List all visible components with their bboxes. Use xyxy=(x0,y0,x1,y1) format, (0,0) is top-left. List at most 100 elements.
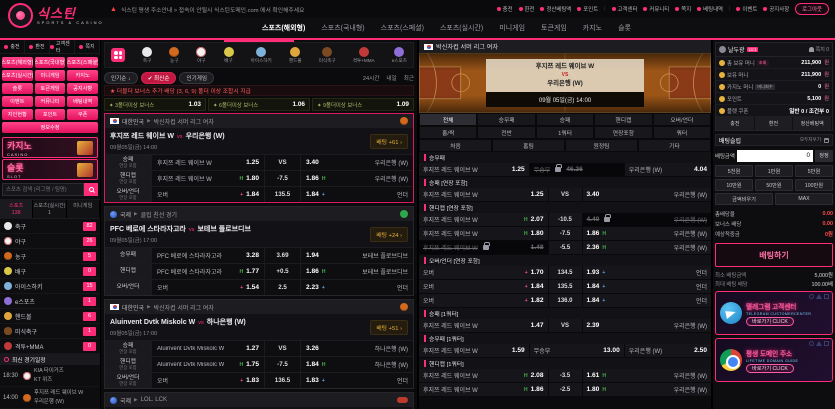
odds-button-away[interactable]: 3.40우리은행 (W) xyxy=(300,155,413,170)
odds-button-away[interactable]: 1.61H우리은행 (W) xyxy=(582,369,712,382)
odds-button-home[interactable]: 후지쯔 레드 웨이브 W1.59 xyxy=(419,344,529,357)
odds-button-away[interactable]: 3.26하나은행 (W) xyxy=(300,341,413,356)
bonus-6fold[interactable]: ✦ 6폴더이상 보너스1.06 xyxy=(208,98,310,111)
chip-100000[interactable]: 10만원 xyxy=(715,179,753,191)
trash-icon[interactable] xyxy=(824,138,829,143)
sidebar-sport-esports[interactable]: e스포츠1 xyxy=(0,294,100,309)
category-basketball[interactable]: 농구 xyxy=(169,47,179,64)
odds-button-away[interactable]: 1.84H하나은행 (W) xyxy=(300,357,413,372)
menu-sports-special[interactable]: 스포츠(스페셜) xyxy=(67,57,98,68)
category-volleyball[interactable]: 배구 xyxy=(224,47,234,64)
odds-button-over[interactable]: 오버+1.70 xyxy=(419,266,548,279)
messages-link[interactable]: 쪽지 0 xyxy=(809,46,829,53)
chip-5000[interactable]: 5천원 xyxy=(715,165,753,177)
sidebar-sport-basketball[interactable]: 농구5 xyxy=(0,249,100,264)
category-soccer[interactable]: 축구 xyxy=(142,47,152,64)
menu-edit-profile[interactable]: 정보수정 xyxy=(2,122,98,133)
refresh-tag[interactable]: 조회 xyxy=(757,60,769,66)
sidebar-sport-handball[interactable]: 핸드볼6 xyxy=(0,309,100,324)
bet-amount-input[interactable] xyxy=(737,150,813,162)
sort-newest-button[interactable]: ✔ 최신순 xyxy=(141,72,177,84)
odds-button-away[interactable]: 1.86H우리은행 (W) xyxy=(582,227,712,240)
odds-button-home[interactable]: Aluinvent Dvtk Miskolc W1.27 xyxy=(151,341,264,356)
odds-button-home[interactable]: PFC 베로에 스타라자고라3.28 xyxy=(151,248,264,263)
category-handball[interactable]: 핸드볼 xyxy=(289,47,302,64)
sidebar-sport-icehockey[interactable]: 아이스하키15 xyxy=(0,279,100,294)
max-amount-button[interactable]: MAX xyxy=(775,193,833,205)
odds-button-home[interactable]: 후지쯔 레드 웨이브 WH1.80 xyxy=(419,227,548,240)
schedule-item[interactable]: 14:00후지쯔 레드 웨이브 W우리은행 (W) xyxy=(0,387,100,409)
top-link-notice[interactable]: 공지사항 xyxy=(763,5,789,13)
menu-community[interactable]: 커뮤니티 xyxy=(35,96,66,107)
match-card-header[interactable]: 대한민국▶박신자컵 서머 리그 여자 xyxy=(105,300,413,314)
top-link-events[interactable]: 이벤트 xyxy=(736,5,757,13)
chip-10000[interactable]: 1만원 xyxy=(755,165,793,177)
top-link-bet-history[interactable]: 베팅내역 xyxy=(697,5,723,13)
tab-hometeam[interactable]: 홈팀 xyxy=(492,139,565,152)
odds-button-away[interactable]: 2.36H우리은행 (W) xyxy=(582,241,712,254)
top-link-settle[interactable]: 정산베팅액 xyxy=(540,5,571,13)
nav-sports-overseas[interactable]: 스포츠(해외형) xyxy=(262,23,305,33)
telegram-promo-banner[interactable]: 텔레그램 고객센터 TELEGRAM CUSTOMERCENTER 바로가기 C… xyxy=(715,291,833,335)
tab-quarter1[interactable]: 1쿼터 xyxy=(536,126,594,139)
sidebar-sport-baseball[interactable]: 야구26 xyxy=(0,234,100,249)
tab-firsthalf[interactable]: 전반 xyxy=(477,126,535,139)
quick-messages[interactable]: 쪽지 xyxy=(75,40,100,53)
settle-button[interactable]: 정산베팅액 xyxy=(793,117,832,130)
logout-button[interactable]: 로그아웃 xyxy=(795,3,829,15)
odds-button-under[interactable]: 1.84+언더 xyxy=(582,280,712,293)
sport-search-input[interactable] xyxy=(2,183,84,196)
tab-sports-live[interactable]: 스포츠(실시간)1 xyxy=(33,200,66,218)
category-icehockey[interactable]: 아이스하키 xyxy=(251,47,272,64)
top-link-deposit[interactable]: 충전 xyxy=(497,5,513,13)
odds-button-away[interactable]: 1.80H우리은행 (W) xyxy=(582,383,712,396)
nav-sports-live[interactable]: 스포츠(실시간) xyxy=(440,23,483,33)
chip-500000[interactable]: 50만원 xyxy=(755,179,793,191)
nav-sports-domestic[interactable]: 스포츠(국내형) xyxy=(321,23,364,33)
category-baseball[interactable]: 야구 xyxy=(196,47,206,64)
sidebar-sport-mma[interactable]: 격투+MMA0 xyxy=(0,339,100,354)
chip-1000000[interactable]: 100만원 xyxy=(795,179,833,191)
recall-tag[interactable]: 머니회수 xyxy=(755,84,774,90)
quick-deposit[interactable]: 충전 xyxy=(0,40,25,53)
category-mma[interactable]: 격투+MMA xyxy=(353,47,375,64)
nav-sports-special[interactable]: 스포츠(스페셜) xyxy=(381,23,424,33)
odds-button-home[interactable]: 후지쯔 레드 웨이브 WH1.86 xyxy=(419,383,548,396)
odds-button-home[interactable]: PFC 베로에 스타라자고라H1.77 xyxy=(151,264,264,279)
more-markets-button[interactable]: 배팅 +61 › xyxy=(370,134,408,149)
brand-logo[interactable]: 식스틴 SPORTS & CASINO xyxy=(8,3,104,28)
draw-odds[interactable]: 3.69 xyxy=(264,248,300,263)
more-markets-button[interactable]: 배팅 +51 › xyxy=(370,320,408,335)
category-football[interactable]: 미식축구 xyxy=(319,47,336,64)
quick-support[interactable]: 고객센터 xyxy=(50,40,75,53)
odds-button-away[interactable]: 1.86H우리은행 (W) xyxy=(300,171,413,186)
menu-referrals[interactable]: 지인현황 xyxy=(2,109,33,120)
tab-all[interactable]: 전체 xyxy=(419,113,477,126)
odds-button-away[interactable]: 1.94보테브 플로브디브 xyxy=(300,248,413,263)
nav-tokengame[interactable]: 토큰게임 xyxy=(541,23,567,33)
top-link-withdraw[interactable]: 환전 xyxy=(519,5,535,13)
menu-tokengame[interactable]: 토큰게임 xyxy=(35,83,66,94)
top-link-support[interactable]: 고객센터 xyxy=(612,5,638,13)
tab-handicap[interactable]: 핸디캡 xyxy=(594,113,652,126)
menu-events[interactable]: 이벤트 xyxy=(2,96,33,107)
odds-button-draw[interactable]: 무승부13.00 xyxy=(529,344,624,357)
odds-button-away[interactable]: 우리은행 (W)4.04 xyxy=(624,163,711,176)
odds-button-under[interactable]: 1.84+언더 xyxy=(582,294,712,307)
quick-withdraw[interactable]: 환전 xyxy=(25,40,50,53)
clear-all-button[interactable]: 모두지우기 xyxy=(800,137,821,143)
sidebar-sport-soccer[interactable]: 축구82 xyxy=(0,219,100,234)
odds-button-over[interactable]: 오버+1.82 xyxy=(419,294,548,307)
odds-button-over[interactable]: 오버+1.54 xyxy=(151,280,264,295)
popular-games-button[interactable]: 인기게임 xyxy=(179,72,214,84)
tab-incl-overtime[interactable]: 연장포함 xyxy=(594,126,652,139)
odds-button-away[interactable]: 우리은행 (W)2.50 xyxy=(624,344,711,357)
schedule-item[interactable]: 18:30KIA 타이거즈KT 위즈 xyxy=(0,365,100,387)
tab-winlose[interactable]: 승패 xyxy=(536,113,594,126)
match-card-header[interactable]: 대한민국▶박신자컵 서머 리그 여자 xyxy=(105,114,413,128)
slot-banner[interactable]: 슬롯 SLOT xyxy=(2,159,98,180)
odds-button-home[interactable]: 후지쯔 레드 웨이브 W1.25 xyxy=(151,155,264,170)
menu-slot[interactable]: 슬롯 xyxy=(2,83,33,94)
menu-casino[interactable]: 카지노 xyxy=(67,70,98,81)
period-24h[interactable]: 24시간 xyxy=(363,74,380,82)
